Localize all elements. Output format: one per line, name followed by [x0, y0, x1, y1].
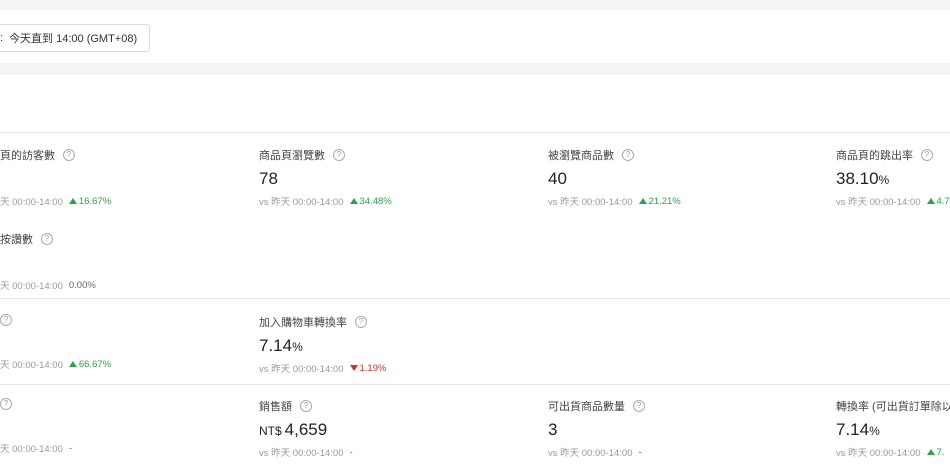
metric-row4-left: ? 天 00:00-14:00-: [0, 398, 72, 455]
metric-shippable-qty: 可出貨商品數量? 3 vs 昨天 00:00-14:00-: [548, 398, 645, 459]
compare-text: vs 昨天 00:00-14:00: [548, 197, 633, 208]
metric-value: 40: [548, 169, 567, 188]
period-value: 今天直到 14:00 (GMT+08): [9, 33, 138, 45]
compare-text: vs 昨天 00:00-14:00: [548, 448, 633, 459]
compare-text: 天 00:00-14:00: [0, 360, 63, 371]
help-icon[interactable]: ?: [333, 149, 345, 161]
compare-text: vs 昨天 00:00-14:00: [836, 448, 921, 459]
down-arrow-icon: [349, 364, 358, 371]
value-unit: %: [869, 424, 880, 438]
help-icon[interactable]: ?: [41, 233, 53, 245]
metric-value: [0, 169, 111, 189]
change-value: 4.7: [936, 195, 950, 207]
compare-text: vs 昨天 00:00-14:00: [836, 197, 921, 208]
change-value: -: [68, 442, 73, 454]
metric-label: 被瀏覽商品數: [548, 150, 614, 162]
period-bar: : 今天直到 14:00 (GMT+08): [0, 10, 950, 63]
metric-sales: 銷售額? NT$ 4,659 vs 昨天 00:00-14:00-: [259, 398, 353, 459]
help-icon[interactable]: ?: [355, 316, 367, 328]
change-value: -: [638, 446, 642, 458]
metric-viewed-products: 被瀏覽商品數? 40 vs 昨天 00:00-14:00 21.21%: [548, 147, 681, 208]
change-value: 34.48%: [359, 195, 392, 207]
up-arrow-icon: [68, 360, 77, 367]
period-selector[interactable]: : 今天直到 14:00 (GMT+08): [0, 24, 151, 52]
help-icon[interactable]: ?: [633, 400, 645, 412]
metric-label: 商品頁瀏覽數: [259, 150, 325, 162]
change-value: 0.00%: [68, 279, 96, 291]
metric-label: 轉換率 (可出貨訂單除以: [836, 401, 950, 413]
up-arrow-icon: [349, 197, 358, 204]
value-number: 38.10: [836, 169, 879, 188]
up-arrow-icon: [68, 197, 77, 204]
metric-add-to-cart-rate: 加入購物車轉換率? 7.14% vs 昨天 00:00-14:00 1.19%: [259, 314, 386, 375]
metric-label: 頁的訪客數: [0, 150, 55, 162]
compare-text: vs 昨天 00:00-14:00: [259, 364, 344, 375]
metrics-panel: 頁的訪客數? 天 00:00-14:00 16.67% 商品頁瀏覽數? 78 vs…: [0, 75, 950, 475]
metric-value: [0, 253, 96, 273]
help-icon[interactable]: ?: [300, 400, 312, 412]
help-icon[interactable]: ?: [921, 149, 933, 161]
compare-text: 天 00:00-14:00: [0, 444, 63, 455]
divider: [0, 384, 950, 385]
compare-text: vs 昨天 00:00-14:00: [259, 448, 344, 459]
metric-label: 銷售額: [259, 401, 292, 413]
metric-value: 38.10%: [836, 169, 950, 189]
change-value: -: [349, 446, 353, 458]
metric-value: 78: [259, 169, 278, 188]
metric-likes: 按讚數? 天 00:00-14:00 0.00%: [0, 231, 96, 292]
value-number: 7.14: [259, 336, 293, 355]
metric-label: 可出貨商品數量: [548, 401, 625, 413]
metric-row3-left: ? 天 00:00-14:00 66.67%: [0, 314, 111, 371]
metric-value: NT$ 4,659: [259, 420, 353, 440]
metric-visitors: 頁的訪客數? 天 00:00-14:00 16.67%: [0, 147, 111, 208]
compare-text: 天 00:00-14:00: [0, 197, 63, 208]
currency-prefix: NT$: [259, 424, 282, 438]
metric-value: 3: [548, 420, 558, 439]
divider: [0, 298, 950, 299]
metric-label: 商品頁的跳出率: [836, 150, 913, 162]
divider: [0, 132, 950, 133]
change-value: 21.21%: [648, 195, 681, 207]
metric-value: [0, 332, 111, 352]
up-arrow-icon: [926, 448, 935, 455]
help-icon[interactable]: ?: [622, 149, 634, 161]
up-arrow-icon: [638, 197, 647, 204]
value-unit: %: [292, 340, 303, 354]
metric-conversion-rate: 轉換率 (可出貨訂單除以 7.14% vs 昨天 00:00-14:00 7.: [836, 398, 950, 459]
period-label: :: [0, 32, 4, 44]
metric-bounce-rate: 商品頁的跳出率? 38.10% vs 昨天 00:00-14:00 4.7: [836, 147, 950, 208]
change-value: 16.67%: [78, 195, 112, 207]
metric-value: 7.14%: [836, 420, 950, 440]
value-number: 7.14: [836, 420, 870, 439]
compare-text: 天 00:00-14:00: [0, 281, 63, 292]
up-arrow-icon: [926, 197, 935, 204]
metric-value: 7.14%: [259, 336, 386, 356]
change-value: 1.19%: [359, 362, 387, 374]
metric-value: [0, 416, 72, 436]
help-icon[interactable]: ?: [0, 398, 12, 410]
compare-text: vs 昨天 00:00-14:00: [259, 197, 344, 208]
section-gap: [0, 63, 950, 75]
value-unit: %: [878, 173, 890, 187]
value-number: 4,659: [284, 420, 328, 439]
metric-label: 加入購物車轉換率: [259, 317, 347, 329]
metric-pageviews: 商品頁瀏覽數? 78 vs 昨天 00:00-14:00 34.48%: [259, 147, 392, 208]
help-icon[interactable]: ?: [0, 314, 12, 326]
metric-label: 按讚數: [0, 234, 33, 246]
change-value: 7.: [936, 446, 945, 458]
help-icon[interactable]: ?: [63, 149, 75, 161]
change-value: 66.67%: [78, 358, 112, 370]
